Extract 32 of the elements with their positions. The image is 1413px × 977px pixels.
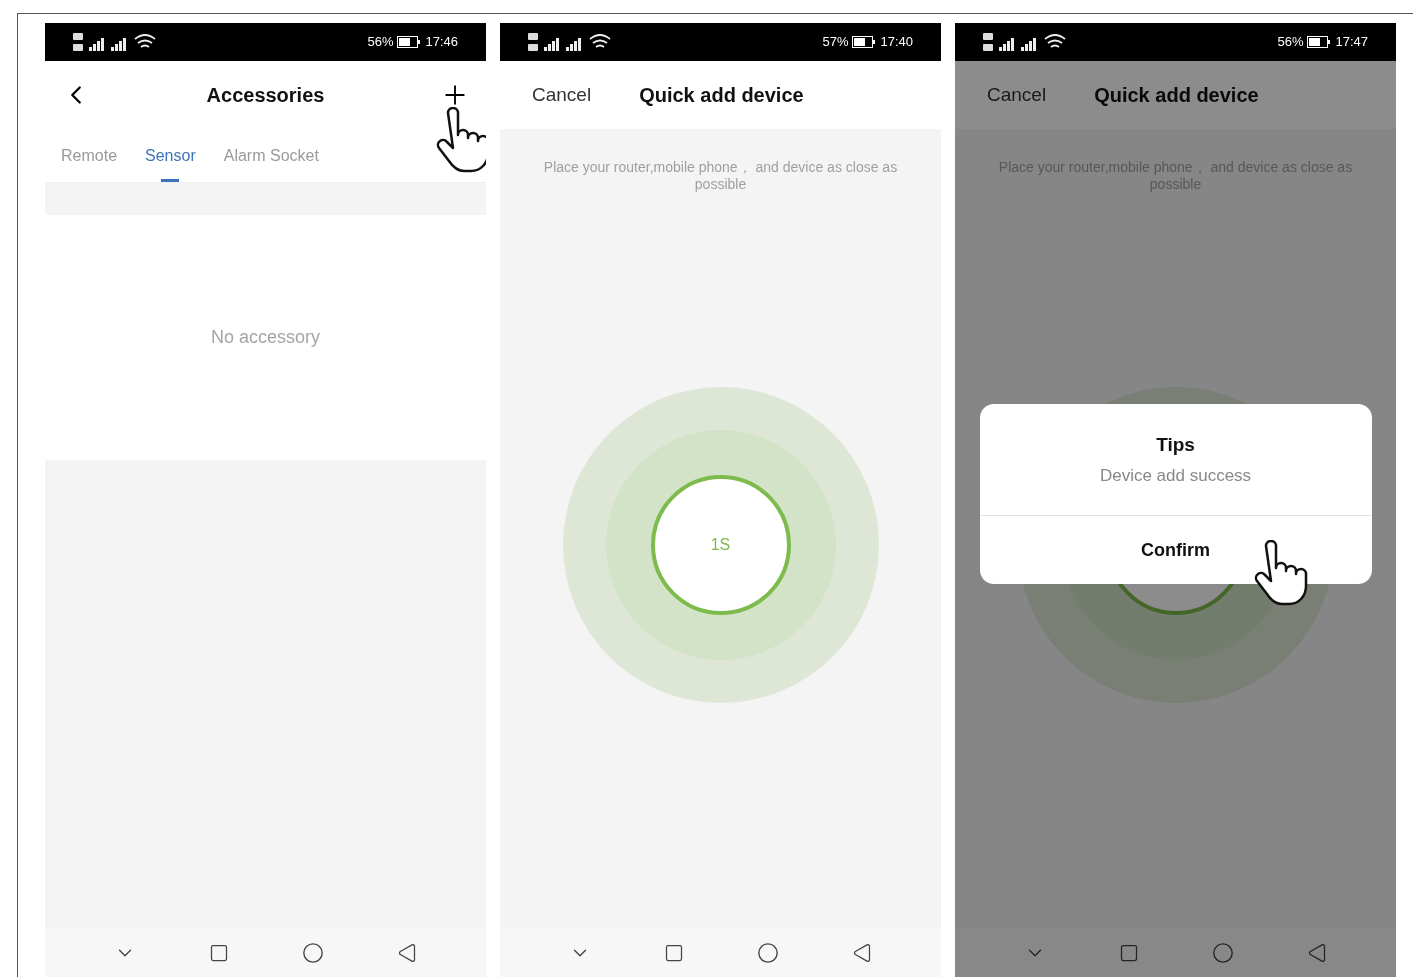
screen-title: Accessories xyxy=(205,83,326,108)
screen-title: Quick add device xyxy=(1094,83,1259,108)
square-icon[interactable] xyxy=(663,943,684,963)
status-time: 17:46 xyxy=(425,33,458,52)
home-circle-icon[interactable] xyxy=(757,942,780,964)
countdown-text: 1S xyxy=(710,535,731,555)
tab[interactable]: Alarm Socket xyxy=(223,129,319,182)
home-circle-icon[interactable] xyxy=(1212,942,1235,964)
cancel-button[interactable]: Cancel xyxy=(532,80,592,110)
tab[interactable]: Sensor xyxy=(145,129,196,182)
back-triangle-icon[interactable] xyxy=(1307,943,1328,963)
battery-icon xyxy=(397,36,422,48)
status-time: 17:47 xyxy=(1335,33,1368,52)
battery-percent: 56% xyxy=(367,33,394,52)
cancel-button[interactable]: Cancel xyxy=(987,80,1047,110)
battery-percent: 56% xyxy=(1277,33,1304,52)
tab[interactable]: Remote xyxy=(61,129,118,182)
back-triangle-icon[interactable] xyxy=(852,943,873,963)
battery-percent: 57% xyxy=(822,33,849,52)
status-time: 17:40 xyxy=(880,33,913,52)
battery-icon xyxy=(1307,36,1332,48)
square-icon[interactable] xyxy=(1118,943,1139,963)
back-triangle-icon[interactable] xyxy=(397,943,418,963)
dialog-title: Tips xyxy=(1156,432,1195,457)
battery-icon xyxy=(852,36,877,48)
screen-title: Quick add device xyxy=(639,83,804,108)
confirm-button[interactable]: Confirm xyxy=(979,516,1372,584)
dialog-message: Device add success xyxy=(1099,465,1252,487)
square-icon[interactable] xyxy=(208,943,229,963)
placement-hint: Place your router,mobile phone， and device as close as possible xyxy=(542,159,899,193)
empty-message: No accessory xyxy=(210,326,320,349)
home-circle-icon[interactable] xyxy=(302,942,325,964)
